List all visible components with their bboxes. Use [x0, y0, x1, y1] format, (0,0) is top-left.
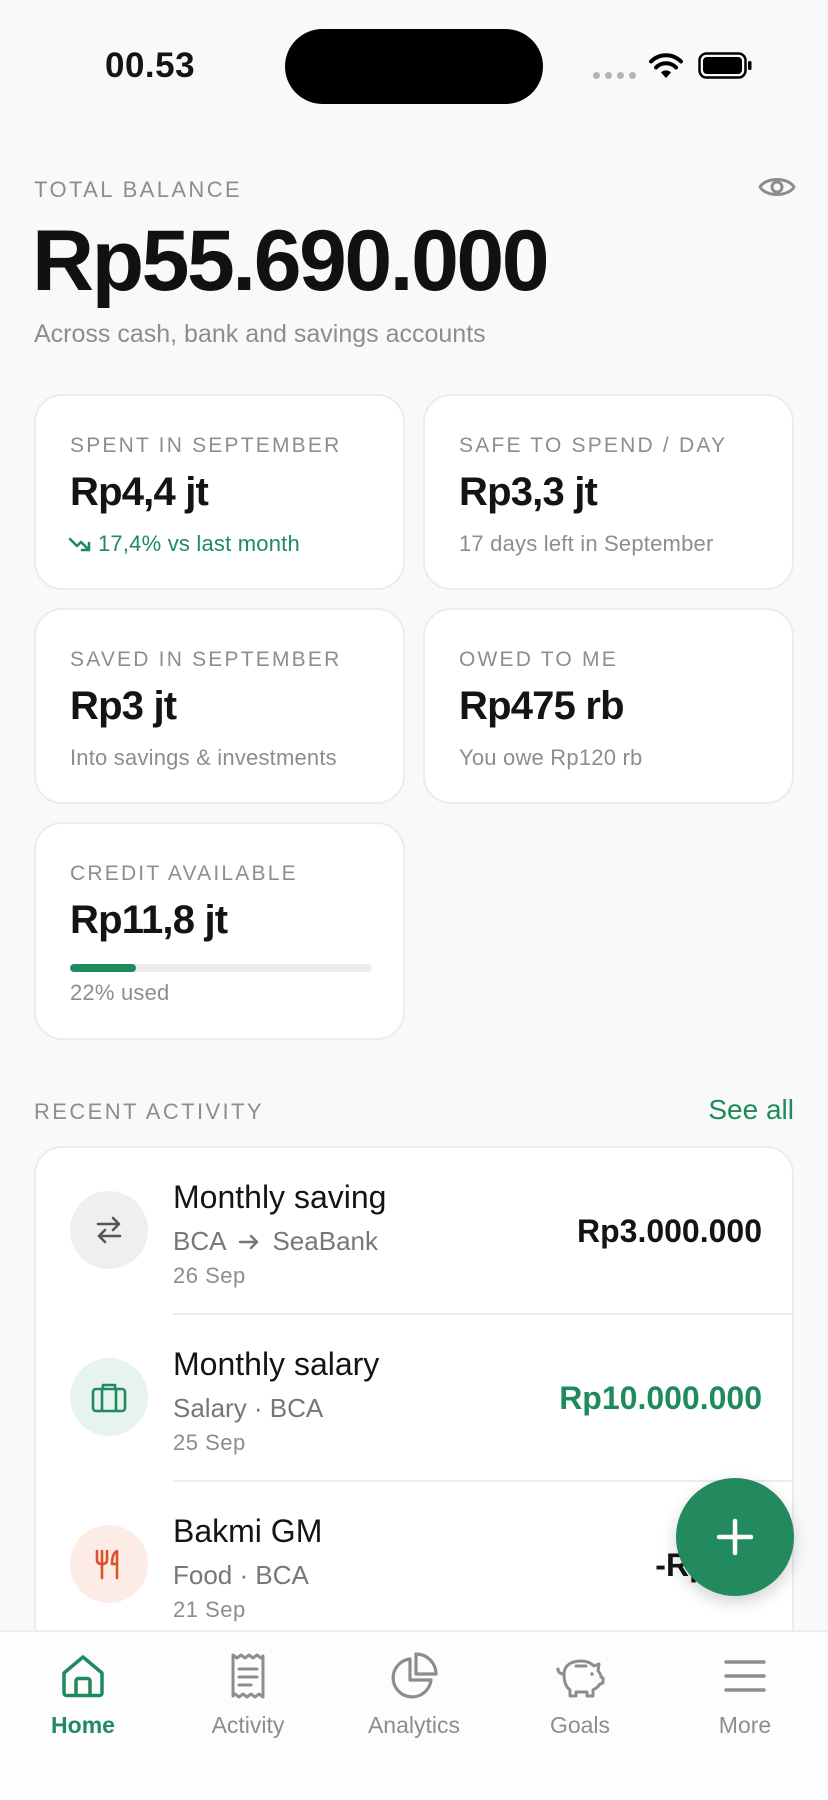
- piggy-bank-icon: [556, 1659, 605, 1698]
- fork-knife-icon: [70, 1525, 148, 1603]
- transaction-title: Monthly saving: [173, 1179, 387, 1215]
- credit-label: CREDIT AVAILABLE: [70, 862, 298, 885]
- tab-activity-label: Activity: [211, 1712, 285, 1738]
- menu-icon: [724, 1660, 766, 1692]
- tab-goals-label: Goals: [549, 1712, 611, 1738]
- safe-to-spend-sub: 17 days left in September: [459, 531, 714, 556]
- pie-chart-icon: [391, 1652, 438, 1699]
- transfer-icon: [70, 1191, 148, 1269]
- tab-analytics-label: Analytics: [367, 1712, 461, 1738]
- transaction-meta: Food · BCA: [173, 1560, 309, 1590]
- battery-icon: [698, 52, 752, 79]
- dynamic-island: [285, 29, 543, 104]
- safe-to-spend-value: Rp3,3 jt: [459, 470, 598, 514]
- plus-icon: [716, 1518, 754, 1556]
- app-screen: 00.53 TOTAL BALANCE Rp55.690.000 Across …: [0, 0, 828, 1800]
- list-item[interactable]: Monthly saving BCA SeaBank 26 Sep Rp3.00…: [36, 1148, 792, 1315]
- spent-card[interactable]: SPENT IN SEPTEMBER Rp4,4 jt 17,4% vs las…: [34, 394, 405, 590]
- total-balance-amount: Rp55.690.000: [32, 213, 550, 309]
- saved-card[interactable]: SAVED IN SEPTEMBER Rp3 jt Into savings &…: [34, 608, 405, 804]
- credit-card[interactable]: CREDIT AVAILABLE Rp11,8 jt 22% used: [34, 822, 405, 1040]
- cellular-signal-icon: [593, 72, 636, 79]
- bottom-nav: Home Activity Analytics Goals More: [0, 1630, 828, 1800]
- list-item[interactable]: Bakmi GM Food · BCA 21 Sep -Rp210: [36, 1482, 792, 1649]
- spent-trend: 17,4% vs last month: [68, 531, 300, 557]
- eye-icon[interactable]: [757, 170, 797, 204]
- total-balance-subtitle: Across cash, bank and savings accounts: [34, 320, 486, 348]
- transaction-title: Bakmi GM: [173, 1513, 323, 1549]
- owed-card[interactable]: OWED TO ME Rp475 rb You owe Rp120 rb: [423, 608, 794, 804]
- saved-sub: Into savings & investments: [70, 745, 337, 770]
- transaction-date: 26 Sep: [173, 1263, 246, 1288]
- recent-activity-label: RECENT ACTIVITY: [34, 1099, 264, 1124]
- see-all-link[interactable]: See all: [708, 1094, 794, 1126]
- tab-goals[interactable]: Goals: [497, 1632, 663, 1762]
- receipt-icon: [231, 1653, 265, 1699]
- tab-analytics[interactable]: Analytics: [331, 1632, 497, 1762]
- owed-sub: You owe Rp120 rb: [459, 745, 643, 770]
- status-bar: 00.53: [0, 0, 828, 135]
- credit-used-text: 22% used: [70, 980, 170, 1005]
- transaction-amount: Rp3.000.000: [576, 1213, 762, 1249]
- owed-value: Rp475 rb: [459, 684, 625, 728]
- add-transaction-button[interactable]: [676, 1478, 794, 1596]
- status-time: 00.53: [105, 46, 196, 85]
- safe-to-spend-card[interactable]: SAFE TO SPEND / DAY Rp3,3 jt 17 days lef…: [423, 394, 794, 590]
- list-item[interactable]: Monthly salary Salary · BCA 25 Sep Rp10.…: [36, 1315, 792, 1482]
- transaction-meta: BCA SeaBank: [173, 1226, 378, 1257]
- safe-to-spend-label: SAFE TO SPEND / DAY: [459, 434, 728, 457]
- wifi-icon: [649, 53, 683, 78]
- transaction-date: 25 Sep: [173, 1430, 246, 1455]
- briefcase-icon: [70, 1358, 148, 1436]
- transaction-amount: Rp10.000.000: [559, 1380, 762, 1416]
- credit-value: Rp11,8 jt: [70, 898, 228, 942]
- credit-progress-fill: [70, 964, 137, 972]
- credit-progress-bar: [70, 964, 372, 972]
- total-balance-label: TOTAL BALANCE: [34, 177, 243, 202]
- home-icon: [62, 1655, 104, 1698]
- tab-home[interactable]: Home: [0, 1632, 166, 1762]
- tab-more[interactable]: More: [662, 1632, 828, 1762]
- tab-home-label: Home: [51, 1712, 115, 1738]
- spent-value: Rp4,4 jt: [70, 470, 209, 514]
- transaction-title: Monthly salary: [173, 1346, 380, 1382]
- saved-label: SAVED IN SEPTEMBER: [70, 648, 342, 671]
- saved-value: Rp3 jt: [70, 684, 177, 728]
- tab-activity[interactable]: Activity: [165, 1632, 331, 1762]
- trend-down-icon: [68, 537, 91, 552]
- transaction-meta: Salary · BCA: [173, 1393, 324, 1423]
- arrow-right-icon: [239, 1234, 259, 1249]
- spent-trend-text: 17,4% vs last month: [98, 531, 300, 556]
- tab-more-label: More: [718, 1712, 772, 1738]
- transaction-date: 21 Sep: [173, 1597, 246, 1622]
- owed-label: OWED TO ME: [459, 648, 618, 671]
- transfer-to: SeaBank: [272, 1226, 378, 1256]
- transfer-from: BCA: [173, 1226, 227, 1256]
- spent-label: SPENT IN SEPTEMBER: [70, 434, 342, 457]
